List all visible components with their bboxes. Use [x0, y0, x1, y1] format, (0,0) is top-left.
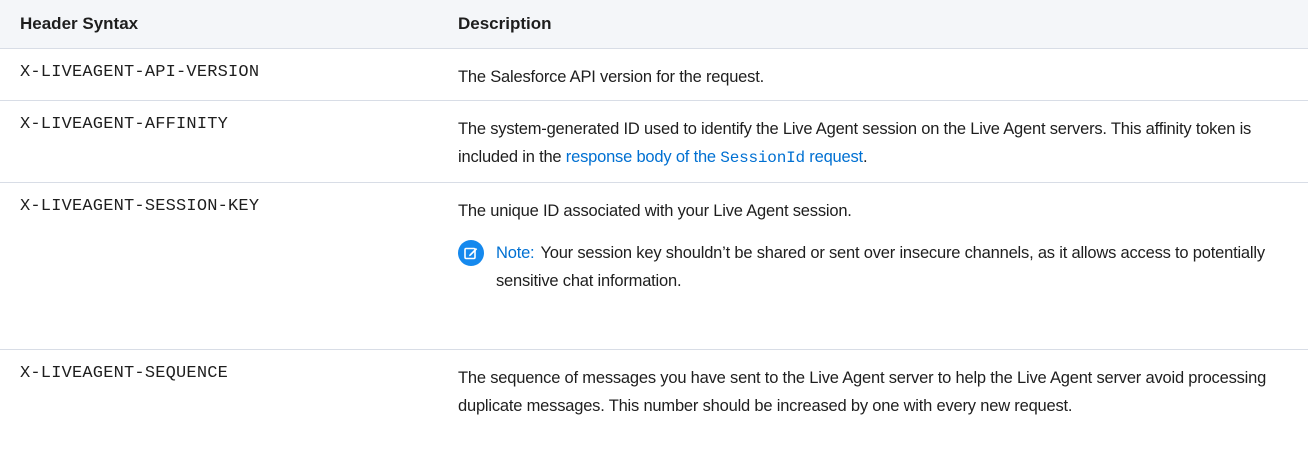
description-column-heading: Description	[458, 13, 552, 33]
header-syntax-value: X-LIVEAGENT-SESSION-KEY	[20, 196, 260, 216]
description-cell: The system-generated ID used to identify…	[458, 100, 1308, 182]
header-syntax-value: X-LIVEAGENT-AFFINITY	[20, 114, 229, 134]
syntax-cell: X-LIVEAGENT-SEQUENCE	[0, 349, 458, 430]
description-text-after-link: .	[862, 147, 868, 166]
syntax-cell: X-LIVEAGENT-AFFINITY	[0, 100, 458, 182]
header-syntax-value: X-LIVEAGENT-SEQUENCE	[20, 363, 229, 383]
header-syntax-table: Header Syntax Description X-LIVEAGENT-AP…	[0, 0, 1308, 430]
table-header-row: Header Syntax Description	[0, 0, 1308, 48]
description-cell: The Salesforce API version for the reque…	[458, 48, 1308, 100]
note-edit-icon	[458, 239, 484, 266]
table-row: X-LIVEAGENT-AFFINITY The system-generate…	[0, 100, 1308, 182]
table-row: X-LIVEAGENT-SEQUENCE The sequence of mes…	[0, 349, 1308, 430]
description-text: The sequence of messages you have sent t…	[458, 368, 1267, 415]
description-text: The system-generated ID used to identify…	[458, 115, 1296, 172]
header-syntax-value: X-LIVEAGENT-API-VERSION	[20, 62, 260, 82]
description-cell: The unique ID associated with your Live …	[458, 182, 1308, 349]
note-label: Note:	[496, 243, 535, 262]
note-text-block: Note: Your session key shouldn’t be share…	[496, 239, 1296, 295]
header-syntax-column-heading: Header Syntax	[20, 13, 139, 33]
description-text: The unique ID associated with your Live …	[458, 201, 852, 220]
description-cell: The sequence of messages you have sent t…	[458, 349, 1308, 430]
note-callout: Note: Your session key shouldn’t be share…	[458, 239, 1296, 295]
syntax-cell: X-LIVEAGENT-API-VERSION	[0, 48, 458, 100]
link-text-before-code: response body of the	[565, 147, 721, 166]
table-row: X-LIVEAGENT-SESSION-KEY The unique ID as…	[0, 182, 1308, 349]
sessionid-response-link[interactable]: response body of the SessionId request	[565, 147, 863, 167]
description-text: The Salesforce API version for the reque…	[458, 67, 764, 86]
note-text: Your session key shouldn’t be shared or …	[496, 243, 1265, 290]
syntax-cell: X-LIVEAGENT-SESSION-KEY	[0, 182, 458, 349]
link-code-sessionid: SessionId	[720, 148, 805, 167]
table-row: X-LIVEAGENT-API-VERSION The Salesforce A…	[0, 48, 1308, 100]
link-text-after-code: request	[804, 147, 863, 166]
